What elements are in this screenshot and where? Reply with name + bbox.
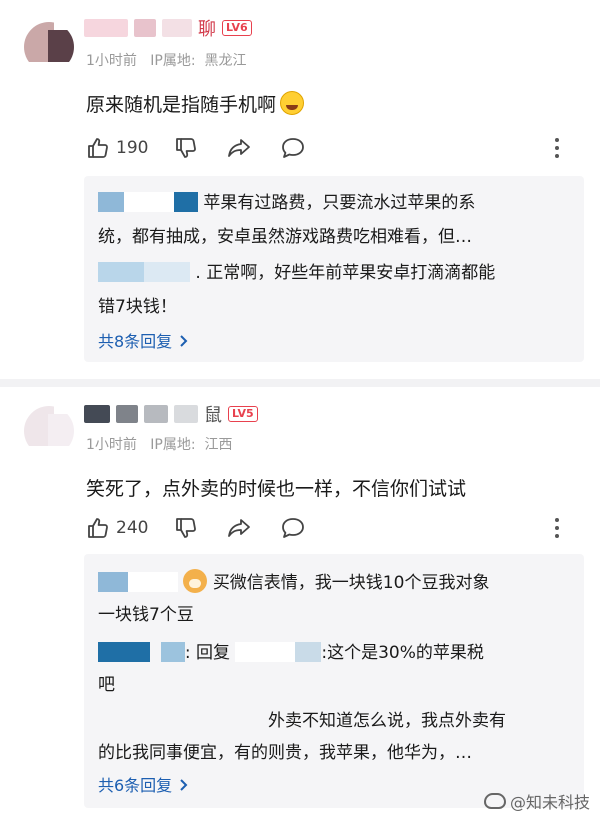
view-all-replies-link[interactable]: 共6条回复 — [98, 772, 189, 796]
username-blurred — [84, 405, 110, 423]
reply-total: 共6条回复 — [98, 776, 173, 795]
username-blurred — [144, 262, 190, 282]
ip-label: IP属地: — [150, 437, 196, 453]
reply-text: : 回复 — [184, 643, 230, 663]
comment-text: 笑死了，点外卖的时候也一样，不信你们试试 — [86, 478, 467, 500]
comment-text-content: 原来随机是指随手机啊 — [86, 94, 277, 116]
reply-box[interactable]: 苹果有过路费，只要流水过苹果的系 统，都有抽成，安卓虽然游戏路费吃相难看，但… … — [84, 176, 584, 362]
watermark: @知未科技 — [483, 789, 590, 813]
username-blurred — [144, 405, 168, 423]
comment-meta: 1小时前 IP属地: 江西 — [86, 434, 232, 454]
username-blurred — [162, 19, 192, 37]
watermark-text: @知未科技 — [509, 793, 590, 812]
reply-box[interactable]: 买微信表情，我一块钱10个豆我对象 一块钱7个豆 : 回复 :这个是30%的苹果… — [84, 554, 584, 808]
username-blurred — [116, 405, 138, 423]
username-line[interactable]: 鼠 LV5 — [84, 400, 258, 428]
username-blurred — [174, 405, 198, 423]
reply-button[interactable] — [280, 136, 306, 160]
like-button[interactable]: 190 — [86, 136, 148, 160]
reply-button[interactable] — [280, 516, 306, 540]
doge-emoji-icon — [183, 569, 208, 593]
username-blurred — [98, 192, 124, 212]
reply-line: 错7块钱！ — [98, 297, 177, 317]
comment-actions: 190 — [86, 134, 586, 162]
more-vertical-icon — [555, 518, 559, 538]
username-line[interactable]: 聊 LV6 — [84, 14, 252, 42]
chevron-right-icon — [180, 779, 188, 791]
avatar[interactable] — [24, 22, 74, 72]
level-badge: LV6 — [222, 20, 252, 36]
avatar[interactable] — [24, 406, 74, 456]
comment-time: 1小时前 — [86, 437, 137, 453]
comment-icon — [282, 138, 305, 158]
like-button[interactable]: 240 — [86, 516, 148, 540]
more-button[interactable] — [554, 137, 560, 159]
username-tail: 聊 — [198, 19, 216, 40]
comment-meta: 1小时前 IP属地: 黑龙江 — [86, 50, 246, 70]
reply-total: 共8条回复 — [98, 332, 173, 351]
level-badge: LV5 — [228, 406, 258, 422]
more-button[interactable] — [554, 517, 560, 539]
share-button[interactable] — [226, 136, 252, 160]
reply-line: . 正常啊，好些年前苹果安卓打滴滴都能 — [98, 258, 495, 283]
username-blurred — [84, 19, 128, 37]
reply-line: 一块钱7个豆 — [98, 605, 194, 625]
username-blurred — [98, 642, 150, 662]
share-icon — [228, 519, 251, 537]
reply-text: 外卖不知道怎么说，我点外卖有 — [268, 711, 506, 731]
thumb-up-icon — [88, 138, 108, 158]
reply-line: : 回复 :这个是30%的苹果税 — [98, 638, 484, 663]
comment-text: 原来随机是指随手机啊 — [86, 90, 305, 117]
reply-line: 苹果有过路费，只要流水过苹果的系 — [98, 188, 475, 213]
like-count: 190 — [116, 138, 149, 158]
comment-time: 1小时前 — [86, 53, 137, 69]
share-button[interactable] — [226, 516, 252, 540]
reply-line: 吧 — [98, 675, 115, 695]
ip-location: 江西 — [204, 437, 233, 453]
comment-actions: 240 — [86, 514, 586, 542]
thumb-down-icon — [176, 518, 197, 538]
reply-text: 苹果有过路费，只要流水过苹果的系 — [203, 193, 476, 213]
reply-line: 的比我同事便宜，有的则贵，我苹果，他华为，… — [98, 743, 472, 763]
username-blurred — [174, 192, 198, 212]
reply-line: 外卖不知道怎么说，我点外卖有 — [98, 706, 506, 731]
reply-text: :这个是30%的苹果税 — [321, 643, 484, 663]
dislike-button[interactable] — [174, 516, 198, 540]
reply-line: 买微信表情，我一块钱10个豆我对象 — [98, 568, 489, 593]
dislike-button[interactable] — [174, 136, 198, 160]
thumb-down-icon — [176, 138, 197, 158]
comment-separator — [0, 379, 600, 387]
username-blurred — [98, 572, 128, 592]
laugh-cry-emoji-icon — [280, 91, 305, 115]
like-count: 240 — [116, 518, 149, 538]
username-blurred — [98, 262, 144, 282]
ip-label: IP属地: — [150, 53, 196, 69]
username-blurred — [98, 710, 268, 730]
weibo-icon — [483, 793, 506, 809]
username-blurred — [160, 642, 185, 662]
username-tail: 鼠 — [204, 405, 222, 426]
more-vertical-icon — [555, 138, 559, 158]
reply-text: . 正常啊，好些年前苹果安卓打滴滴都能 — [195, 263, 496, 283]
reply-text: 买微信表情，我一块钱10个豆我对象 — [212, 573, 490, 593]
username-blurred — [128, 572, 178, 592]
thumb-up-icon — [88, 518, 108, 538]
chevron-right-icon — [180, 335, 188, 347]
view-all-replies-link[interactable]: 共8条回复 — [98, 328, 189, 352]
username-blurred — [235, 642, 296, 662]
comment-icon — [282, 518, 305, 538]
reply-line: 统，都有抽成，安卓虽然游戏路费吃相难看，但… — [98, 227, 472, 247]
username-blurred — [134, 19, 156, 37]
username-blurred — [295, 642, 322, 662]
share-icon — [228, 139, 251, 157]
username-blurred — [124, 192, 174, 212]
ip-location: 黑龙江 — [204, 53, 247, 69]
